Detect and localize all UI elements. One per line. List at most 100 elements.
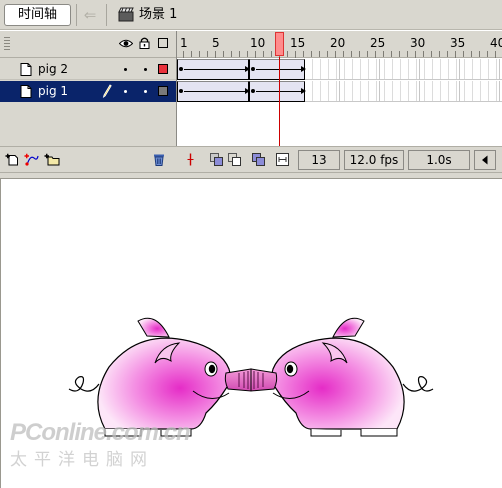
ruler-label: 35: [450, 36, 466, 50]
playhead-line: [279, 57, 280, 146]
timeline-toolbar: 时间轴 ⇐ 场景 1: [0, 0, 502, 30]
add-motion-guide-icon[interactable]: [24, 153, 40, 166]
ruler-tick: [359, 51, 360, 57]
scroll-left-button[interactable]: [474, 150, 496, 170]
ruler-tick: [287, 51, 288, 57]
watermark-text: 太平洋电脑网: [10, 450, 154, 470]
elapsed-time-field: 1.0s: [408, 150, 470, 170]
lock-dot[interactable]: [144, 90, 147, 93]
modify-onion-markers-icon[interactable]: [276, 153, 289, 166]
toolbar-separator: [106, 4, 107, 26]
keyframe-dot[interactable]: [251, 89, 255, 93]
layer-footer: [0, 146, 176, 172]
ruler-tick: [263, 51, 264, 57]
ruler-label: 1: [180, 36, 188, 50]
current-frame-field: 13: [298, 150, 340, 170]
layer-row-pig-1[interactable]: pig 1: [0, 81, 176, 102]
frame-ruler[interactable]: 1510152025303540: [177, 31, 502, 58]
delete-layer-trash-icon[interactable]: [152, 153, 166, 166]
onion-skin-outlines-icon[interactable]: [228, 153, 241, 166]
ruler-tick: [191, 51, 192, 57]
layer-color-swatch[interactable]: [158, 86, 168, 96]
ruler-tick: [495, 51, 496, 58]
ruler-tick: [431, 51, 432, 57]
frame-span-marker: [419, 81, 420, 102]
keyframe-dot[interactable]: [179, 89, 183, 93]
ruler-tick: [215, 51, 216, 58]
ruler-label: 25: [370, 36, 386, 50]
ruler-tick: [247, 51, 248, 57]
ruler-tick: [399, 51, 400, 57]
ruler-tick: [183, 51, 184, 58]
frame-rows[interactable]: [177, 59, 502, 103]
frame-span-marker: [379, 59, 380, 80]
keyframe-dot[interactable]: [179, 67, 183, 71]
frame-footer: 13 12.0 fps 1.0s: [176, 146, 502, 172]
frame-span-marker: [499, 59, 500, 80]
ruler-tick: [447, 51, 448, 57]
watermark: PConline.com.cn 太平洋电脑网: [10, 420, 200, 482]
ruler-label: 10: [250, 36, 266, 50]
ruler-tick: [383, 51, 384, 57]
frame-span-marker: [459, 81, 460, 102]
ruler-tick: [479, 51, 480, 57]
frame-rate-field[interactable]: 12.0 fps: [344, 150, 404, 170]
keyframe-dot[interactable]: [251, 67, 255, 71]
layer-row-pig-2[interactable]: pig 2: [0, 59, 176, 80]
ruler-tick: [487, 51, 488, 57]
edit-multiple-frames-icon[interactable]: [252, 153, 265, 166]
outline-toggle-icon[interactable]: [158, 38, 168, 48]
frame-span-marker: [379, 81, 380, 102]
toolbar-separator: [76, 4, 77, 26]
lock-dot[interactable]: [144, 68, 147, 71]
ruler-label: 40: [490, 36, 502, 50]
frame-row-pig-1[interactable]: [177, 81, 502, 102]
back-arrow-icon[interactable]: ⇐: [82, 6, 98, 24]
ruler-tick: [335, 51, 336, 58]
layer-name: pig 1: [38, 84, 69, 98]
tween-arrow: [184, 69, 246, 70]
insert-layer-icon[interactable]: [5, 153, 19, 166]
eye-icon[interactable]: [119, 39, 133, 48]
timeline-toggle-button[interactable]: 时间轴: [4, 4, 71, 26]
layer-color-swatch[interactable]: [158, 64, 168, 74]
visibility-dot[interactable]: [124, 68, 127, 71]
ruler-label: 5: [212, 36, 220, 50]
scene-label[interactable]: 场景 1: [139, 6, 177, 24]
ruler-label: 15: [290, 36, 306, 50]
pencil-icon: [102, 84, 112, 98]
ruler-label: 30: [410, 36, 426, 50]
ruler-tick: [367, 51, 368, 57]
layer-header: [0, 31, 176, 58]
layer-page-icon: [20, 85, 32, 98]
ruler-tick: [207, 51, 208, 57]
ruler-tick: [415, 51, 416, 58]
panel-divider[interactable]: [0, 172, 502, 179]
ruler-tick: [327, 51, 328, 57]
timeline-panel: pig 2 pig 1 1 5 10 15 20 25 30 35 4 13 1…: [0, 31, 502, 172]
ruler-tick: [471, 51, 472, 57]
ruler-tick: [303, 51, 304, 57]
insert-layer-folder-icon[interactable]: [44, 153, 60, 166]
panel-grip-icon[interactable]: [4, 37, 10, 51]
ruler-tick: [231, 51, 232, 57]
ruler-tick: [255, 51, 256, 58]
center-frame-icon[interactable]: [184, 153, 197, 166]
playhead-marker[interactable]: [275, 32, 284, 56]
frame-row-pig-2[interactable]: [177, 59, 502, 80]
lock-icon[interactable]: [139, 37, 150, 49]
ruler-tick: [343, 51, 344, 57]
pig-left: [68, 317, 252, 437]
ruler-tick: [199, 51, 200, 57]
pig-right: [250, 317, 434, 437]
frames-area[interactable]: 1510152025303540: [176, 31, 502, 146]
ruler-tick: [295, 51, 296, 58]
ruler-tick: [351, 51, 352, 57]
scroll-left-arrow-icon: [482, 155, 488, 165]
onion-skin-icon[interactable]: [210, 153, 223, 166]
ruler-tick: [223, 51, 224, 57]
ruler-tick: [271, 51, 272, 57]
ruler-tick: [407, 51, 408, 57]
visibility-dot[interactable]: [124, 90, 127, 93]
scene-icon: [118, 7, 134, 22]
